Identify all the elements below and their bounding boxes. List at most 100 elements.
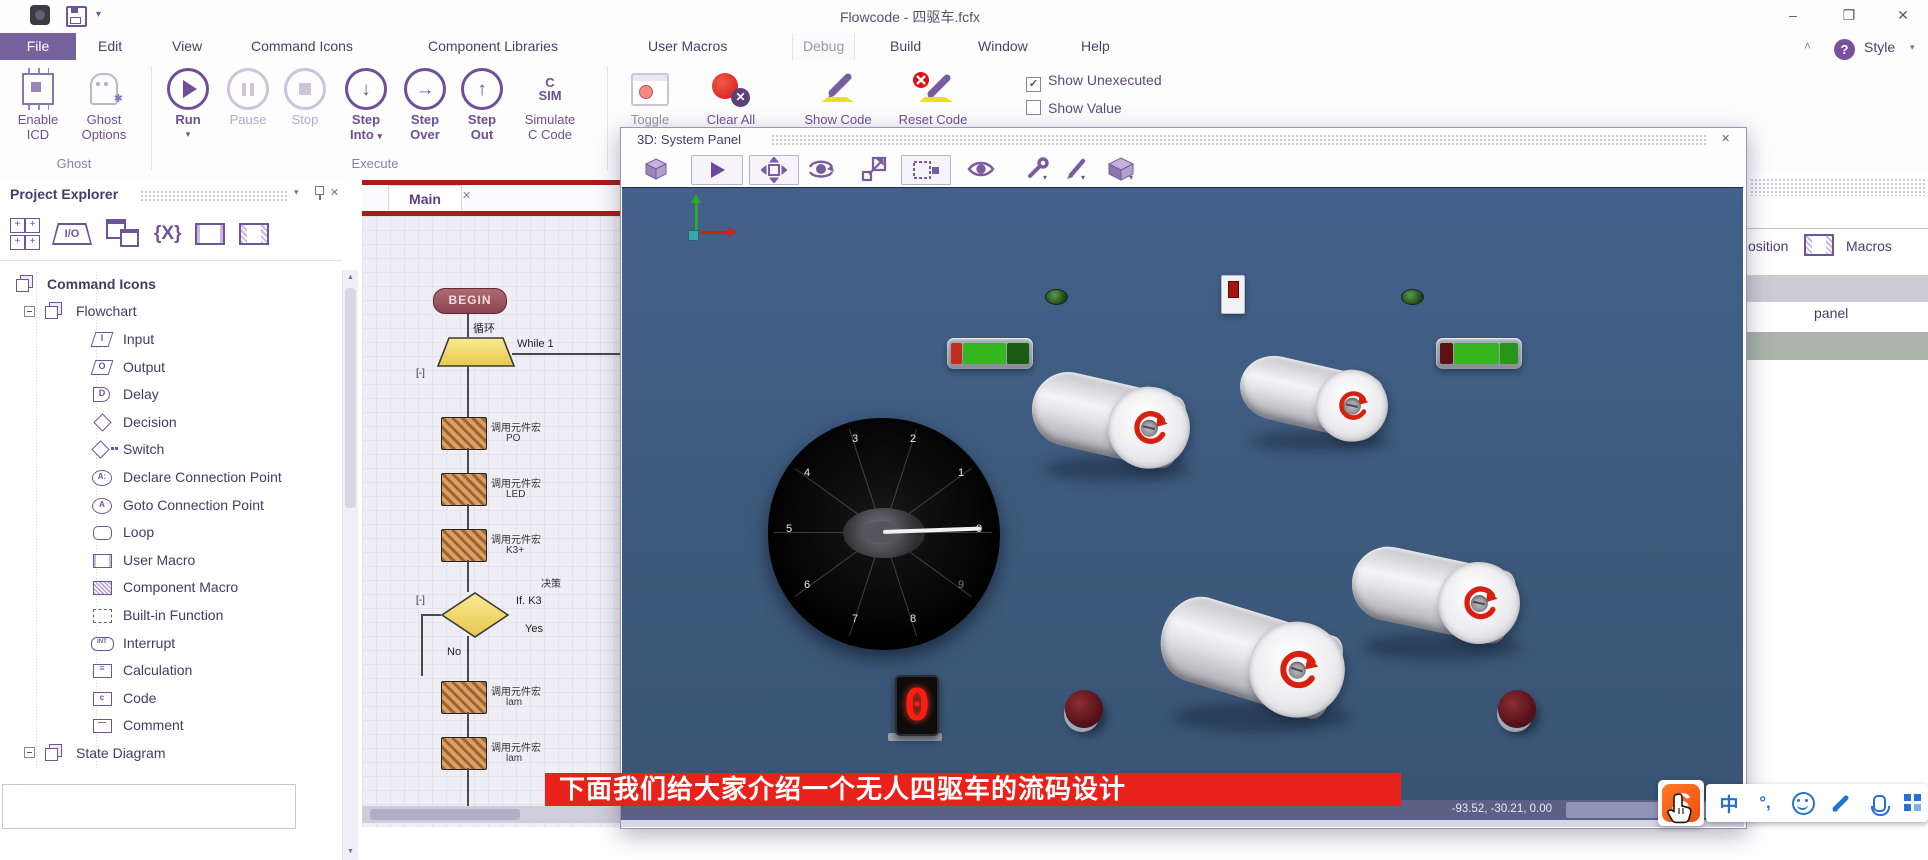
component-macro-node[interactable] [441,417,487,450]
collapse-box-icon[interactable] [24,747,35,758]
decision-node[interactable] [441,592,509,638]
menu-build[interactable]: Build [890,33,921,60]
tree-code[interactable]: Code [0,684,340,712]
tree-switch[interactable]: Switch [0,436,340,464]
potentiometer-right[interactable] [1498,690,1536,728]
3d-window-titlebar[interactable]: 3D: System Panel ✕ [621,128,1744,152]
tree-component-macro[interactable]: Component Macro [0,574,340,602]
zoom-extents-button[interactable] [857,155,891,183]
tree-comment[interactable]: Comment [0,712,340,740]
style-caret-icon[interactable]: ▾ [1910,42,1915,53]
switch-component[interactable] [1221,275,1245,314]
show-code-button[interactable]: Show Code [795,68,881,127]
step-over-button[interactable]: → Step Over [398,68,452,142]
panel-row-selected[interactable] [1746,332,1928,360]
show-unexecuted-checkbox[interactable]: ✓Show Unexecuted [1026,72,1162,92]
scroll-down-icon[interactable]: ▼ [343,848,358,855]
explorer-dropdown-icon[interactable]: ▾ [294,187,299,198]
led-component[interactable] [1401,289,1424,305]
punctuation-button[interactable]: °, [1750,784,1780,822]
panel-row[interactable] [1746,275,1928,302]
shapes-box-icon[interactable]: ▾ [1101,155,1141,183]
explorer-scrollbar[interactable]: ▲ ▼ [342,270,358,860]
tab-main[interactable]: Main [388,185,462,212]
scroll-up-icon[interactable]: ▲ [343,274,358,281]
save-icon[interactable] [66,6,87,27]
tree-flowchart[interactable]: Flowchart [0,298,340,326]
tree-goto-connection-point[interactable]: Goto Connection Point [0,491,340,519]
component-macro-node[interactable] [441,737,487,770]
tree-built-in-function[interactable]: Built-in Function [0,601,340,629]
panel-row-label[interactable]: panel [1814,305,1848,321]
led-bargraph-left[interactable] [947,338,1033,369]
dc-motor-front-left[interactable] [1025,365,1190,471]
led-bargraph-right[interactable] [1436,338,1522,369]
emoji-button[interactable] [1788,784,1818,822]
dc-motor-front-right[interactable] [1234,349,1387,443]
stop-button[interactable]: Stop [278,68,332,127]
tree-decision[interactable]: Decision [0,408,340,436]
menu-help[interactable]: Help [1081,33,1110,60]
component-macro-toolbar-icon[interactable] [239,223,269,245]
restore-button[interactable]: ❐ [1834,5,1864,25]
run-button[interactable]: Run ▾ [160,68,216,142]
simulate-panel-play-button[interactable] [691,155,743,185]
tab-close-icon[interactable]: ✕ [462,189,471,202]
tree-state-diagram[interactable]: State Diagram [0,739,340,767]
menu-window[interactable]: Window [978,33,1028,60]
chinese-mode-button[interactable]: 中 [1714,784,1744,822]
paint-brush-icon[interactable]: ▾ [1059,155,1091,183]
explorer-close-icon[interactable]: ✕ [330,186,339,199]
panel-drag-handle[interactable] [1750,178,1925,196]
3d-window-close-icon[interactable]: ✕ [1721,132,1730,145]
show-value-checkbox[interactable]: Show Value [1026,100,1122,116]
pause-button[interactable]: Pause [220,68,276,127]
menu-command-icons[interactable]: Command Icons [251,33,353,60]
enable-icd-button[interactable]: Enable ICD [8,68,68,142]
tree-delay[interactable]: Delay [0,380,340,408]
minimize-button[interactable]: – [1778,5,1808,25]
menu-debug[interactable]: Debug [792,33,855,60]
tree-command-icons[interactable]: Command Icons [0,270,340,298]
tree-calculation[interactable]: Calculation [0,656,340,684]
3d-window-drag-handle[interactable] [771,134,1706,145]
editor-hscrollbar[interactable] [362,806,620,823]
orbit-tool-button[interactable] [801,155,841,183]
tools-wrench-icon[interactable]: ▾ [1021,155,1053,183]
handwriting-button[interactable] [1826,784,1856,822]
tree-input[interactable]: Input [0,325,340,353]
3d-viewport[interactable]: 0 1 2 3 4 5 6 7 8 9 0 [622,187,1743,801]
menu-edit[interactable]: Edit [98,33,122,60]
rotary-switch-dial[interactable]: 0 1 2 3 4 5 6 7 8 9 [768,418,1000,650]
visibility-eye-icon[interactable] [963,155,999,183]
while-loop-node[interactable] [437,337,515,367]
component-macro-node[interactable] [441,681,487,714]
simulate-c-code-button[interactable]: CSIM Simulate C Code [512,68,588,142]
windows-icon[interactable] [106,219,140,249]
pin-icon[interactable] [315,186,324,195]
component-macro-node[interactable] [441,473,487,506]
menu-component-libraries[interactable]: Component Libraries [428,33,558,60]
quick-access-caret-icon[interactable]: ▾ [96,9,101,20]
tree-user-macro[interactable]: User Macro [0,546,340,574]
reset-code-button[interactable]: Reset Code [888,68,978,127]
step-into-button[interactable]: ↓ Step Into ▾ [338,68,394,144]
collapse-badge[interactable]: [-] [416,368,425,379]
menu-file[interactable]: File [0,33,76,60]
explorer-drag-handle[interactable] [140,190,288,201]
step-out-button[interactable]: ↑ Step Out [456,68,508,142]
tree-loop[interactable]: Loop [0,518,340,546]
help-icon[interactable]: ? [1834,39,1855,60]
voice-input-button[interactable] [1864,784,1894,822]
style-button[interactable]: Style [1864,39,1895,55]
collapse-box-icon[interactable] [24,306,35,317]
component-macro-node[interactable] [441,529,487,562]
menu-user-macros[interactable]: User Macros [648,33,727,60]
collapse-badge[interactable]: [-] [416,595,425,606]
grid-add-icon[interactable]: ++++ [10,218,38,250]
variables-icon[interactable]: {X} [154,223,181,245]
clear-all-breakpoints-button[interactable]: ✕ Clear All [688,68,774,127]
keyboard-menu-button[interactable] [1900,784,1926,822]
seven-segment-display[interactable]: 0 [895,675,939,736]
hscrollbar-thumb[interactable] [370,809,520,820]
